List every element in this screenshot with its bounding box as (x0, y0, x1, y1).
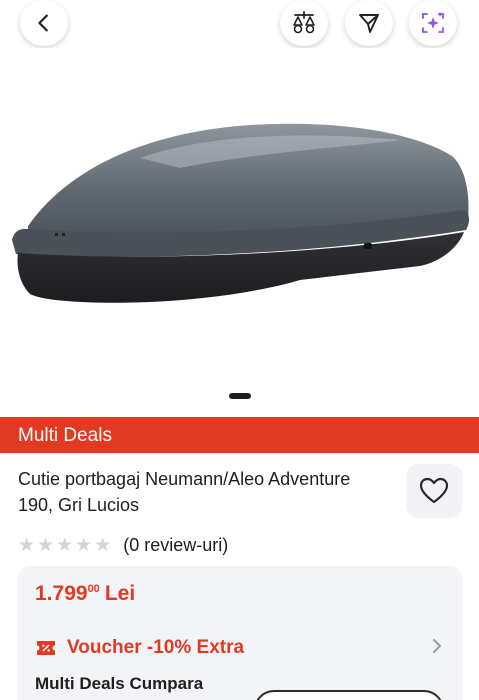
price-card: 1.799 00 Lei Voucher -10% Extra Multi De… (18, 566, 462, 700)
store-name: Multi Deals (18, 425, 112, 446)
store-banner[interactable]: Multi Deals (0, 417, 479, 453)
top-bar (0, 0, 479, 48)
review-count[interactable]: (0 review-uri) (123, 535, 228, 556)
voucher-chevron[interactable] (430, 638, 444, 659)
voucher-label: Voucher -10% Extra (67, 637, 245, 658)
voucher-row[interactable]: Voucher -10% Extra (35, 637, 244, 659)
compare-scale-icon (293, 11, 315, 34)
favorite-button[interactable] (406, 464, 462, 518)
seller-action-button[interactable] (254, 690, 444, 700)
price-decimals: 00 (87, 583, 100, 595)
rating-row[interactable]: ★ ★ ★ ★ ★ (0 review-uri) (18, 535, 228, 556)
star-icon: ★ (75, 534, 93, 556)
compare-button[interactable] (280, 0, 328, 46)
chevron-right-icon (433, 639, 441, 653)
ai-sparkle-icon (422, 12, 444, 33)
back-button[interactable] (20, 0, 68, 46)
star-icon: ★ (18, 534, 36, 556)
star-icon: ★ (56, 534, 74, 556)
chevron-left-icon (38, 14, 48, 32)
price: 1.799 00 Lei (35, 582, 135, 606)
seller-label: Multi Deals Cumpara (35, 674, 204, 693)
pagination-dot-active[interactable] (228, 393, 251, 399)
price-currency: Lei (104, 582, 136, 605)
ai-assistant-button[interactable] (409, 0, 457, 46)
roof-box-image (12, 123, 470, 303)
heart-icon (419, 477, 449, 504)
send-icon (359, 14, 379, 33)
price-main: 1.799 (35, 582, 88, 605)
product-page: Multi Deals Cutie portbagaj Neumann/Aleo… (0, 0, 479, 700)
image-pagination[interactable] (0, 393, 479, 399)
star-icon: ★ (94, 534, 112, 556)
share-button[interactable] (345, 0, 393, 46)
product-title: Cutie portbagaj Neumann/Aleo Adventure 1… (18, 469, 351, 515)
voucher-icon (35, 639, 57, 657)
rating-stars: ★ ★ ★ ★ ★ (18, 534, 112, 556)
star-icon: ★ (37, 534, 55, 556)
product-image[interactable] (0, 48, 479, 418)
